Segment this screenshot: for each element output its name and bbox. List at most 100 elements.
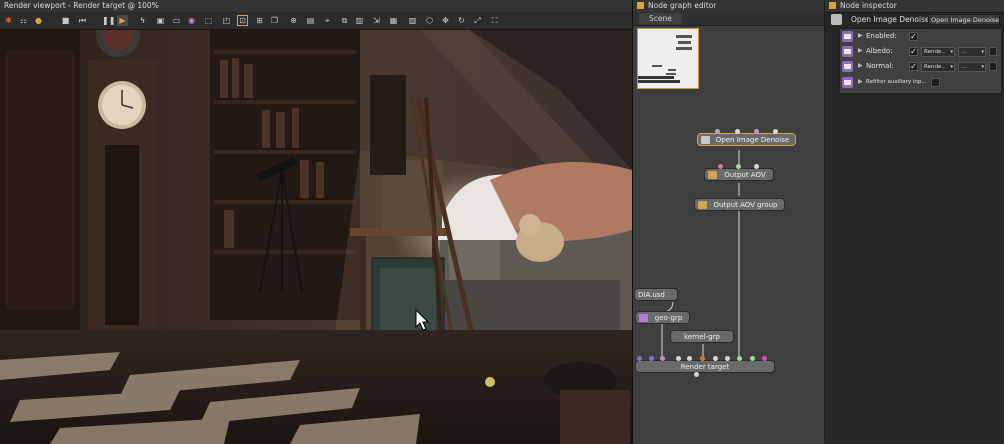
render-image[interactable] (0, 30, 632, 444)
node-type-icon (831, 14, 842, 25)
fit-icon[interactable]: ⤢ (472, 15, 483, 26)
expand-arrow-icon[interactable]: ▶ (858, 32, 863, 39)
normal-layer-select[interactable]: ... ▾ (958, 62, 986, 72)
pin-param-icon[interactable] (842, 61, 853, 72)
albedo-layer-select[interactable]: ... ▾ (958, 47, 986, 57)
input-pin[interactable] (737, 356, 742, 361)
cube-icon[interactable]: ⬡ (424, 15, 435, 26)
input-pin[interactable] (715, 129, 720, 134)
node-kernel-grp[interactable]: kernel-grp (670, 330, 734, 343)
node-name: Open Image Denoise (851, 15, 930, 24)
albedo-source-select[interactable]: Rende.. ▾ (921, 47, 955, 57)
input-pin[interactable] (649, 356, 654, 361)
input-pin[interactable] (637, 356, 642, 361)
node-render-target[interactable]: Render target (635, 360, 775, 373)
input-pin[interactable] (718, 164, 723, 169)
select-value: Rende.. (924, 64, 945, 70)
node-graph-canvas[interactable]: Open Image Denoise Output AOV Output AOV… (633, 26, 824, 444)
input-pin[interactable] (676, 356, 681, 361)
dropdown-arrow-icon: ▾ (950, 49, 953, 55)
expand-arrow-icon[interactable]: ▶ (858, 47, 863, 54)
input-pin[interactable] (736, 164, 741, 169)
region-select-icon[interactable]: ⊡ (237, 15, 248, 26)
node-label: Open Image Denoise (715, 136, 790, 144)
camera-icon[interactable]: ▣ (155, 15, 166, 26)
refilter-checkbox[interactable] (931, 78, 940, 87)
pause-icon[interactable]: ❚❚ (102, 15, 115, 26)
node-type-select[interactable]: Open Image Denoise (928, 14, 1000, 25)
zoom-icon[interactable]: ⊕ (288, 15, 299, 26)
dropdown-arrow-icon: ▾ (981, 64, 984, 70)
tab-scene[interactable]: Scene (639, 13, 682, 25)
region-icon[interactable]: ◰ (221, 15, 232, 26)
sphere-icon[interactable]: ● (33, 15, 44, 26)
node-dia-usd[interactable]: DIA.usd (634, 288, 678, 301)
picker-icon[interactable]: ⊞ (254, 15, 265, 26)
image-icon[interactable]: ▨ (407, 15, 418, 26)
node-inspector-title-text: Node inspector (840, 1, 897, 10)
panel-icon (829, 2, 836, 9)
param-label: Refilter auxiliary inp... (866, 79, 927, 85)
input-pin[interactable] (773, 129, 778, 134)
materials-icon[interactable]: ⬚ (203, 15, 214, 26)
param-albedo: ▶ Albedo: ✓ Rende.. ▾ ... ▾ (840, 45, 1001, 59)
stop-icon[interactable]: ■ (60, 15, 71, 26)
input-pin[interactable] (754, 164, 759, 169)
normal-source-select[interactable]: Rende.. ▾ (921, 62, 955, 72)
normal-extra-button[interactable] (989, 62, 997, 71)
pin-param-icon[interactable] (842, 31, 853, 42)
node-output-aov-group[interactable]: Output AOV group (694, 198, 785, 211)
normal-checkbox[interactable]: ✓ (909, 62, 918, 71)
input-pin[interactable] (700, 356, 705, 361)
expand-arrow-icon[interactable]: ▶ (858, 78, 863, 85)
param-refilter: ▶ Refilter auxiliary inp... (840, 76, 1001, 90)
display-icon[interactable]: ▭ (171, 15, 182, 26)
node-icon (708, 171, 717, 179)
input-pin[interactable] (754, 129, 759, 134)
input-pin[interactable] (713, 356, 718, 361)
node-graph-title-text: Node graph editor (648, 1, 717, 10)
input-pin[interactable] (725, 356, 730, 361)
export-icon[interactable]: ⇲ (371, 15, 382, 26)
node-label: Render target (680, 363, 730, 371)
enabled-checkbox[interactable]: ✓ (909, 32, 918, 41)
input-pin[interactable] (735, 129, 740, 134)
output-pin[interactable] (694, 372, 699, 377)
node-icon (701, 136, 710, 144)
color-wheel-icon[interactable]: ◉ (186, 15, 197, 26)
node-geo-grp[interactable]: geo-grp (635, 311, 690, 324)
input-pin[interactable] (750, 356, 755, 361)
brush-icon[interactable]: ▤ (305, 15, 316, 26)
albedo-checkbox[interactable]: ✓ (909, 47, 918, 56)
input-pin[interactable] (762, 356, 767, 361)
render-viewport-panel: Render viewport - Render target @ 100% ✱… (0, 0, 633, 444)
albedo-extra-button[interactable] (989, 47, 997, 56)
rewind-icon[interactable]: ⏮ (77, 15, 88, 26)
node-label: Output AOV group (713, 201, 778, 209)
node-open-image-denoise[interactable]: Open Image Denoise (697, 133, 796, 146)
node-icon (698, 201, 707, 209)
save-icon[interactable]: ▥ (354, 15, 365, 26)
param-label: Albedo: (866, 47, 893, 55)
duplicate-icon[interactable]: ⧉ (339, 15, 350, 26)
zoom-fit-icon[interactable]: ⛶ (489, 15, 500, 26)
param-label: Enabled: (866, 32, 897, 40)
film-icon[interactable]: ⚏ (18, 15, 29, 26)
render-icon[interactable]: ✱ (3, 15, 14, 26)
rotate-icon[interactable]: ↻ (456, 15, 467, 26)
node-output-aov[interactable]: Output AOV (704, 168, 774, 181)
param-enabled: ▶ Enabled: ✓ (840, 30, 1001, 44)
expand-arrow-icon[interactable]: ▶ (858, 62, 863, 69)
play-icon[interactable]: ▶ (117, 15, 128, 26)
input-pin[interactable] (660, 356, 665, 361)
input-pin[interactable] (687, 356, 692, 361)
pin-param-icon[interactable] (842, 46, 853, 57)
pin-param-icon[interactable] (842, 77, 853, 88)
node-inspector-title: Node inspector (825, 0, 1004, 13)
lock-icon[interactable]: ▦ (388, 15, 399, 26)
move-icon[interactable]: ✥ (440, 15, 451, 26)
lightning-icon[interactable]: ϟ (137, 15, 148, 26)
node-label: DIA.usd (638, 291, 665, 299)
copy-icon[interactable]: ❐ (269, 15, 280, 26)
pick-object-icon[interactable]: ⌖ (322, 15, 333, 26)
